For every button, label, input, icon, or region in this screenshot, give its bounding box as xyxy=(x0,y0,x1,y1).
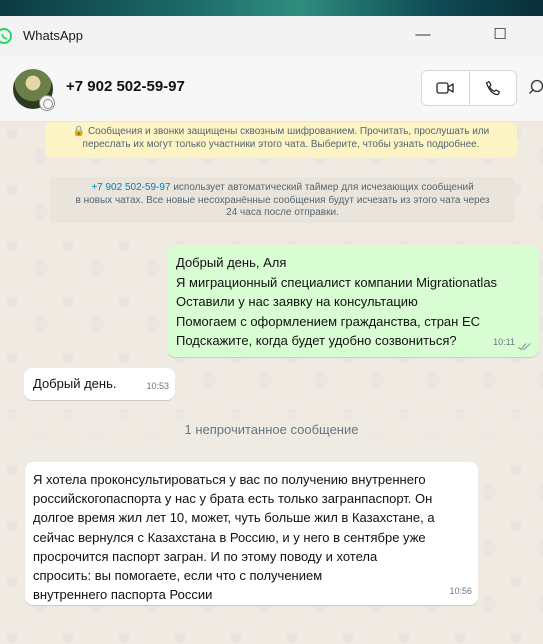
whatsapp-logo-icon xyxy=(0,28,12,44)
encryption-notice-line: переслать их могут только участники этог… xyxy=(82,139,480,150)
incoming-message-bubble[interactable]: Добрый день. 10:53 xyxy=(24,368,175,400)
message-line: российскогопаспорта у нас у брата есть т… xyxy=(33,491,433,507)
message-time: 10:11 xyxy=(493,336,515,347)
message-line: внутреннего паспорта России xyxy=(33,587,213,603)
message-line: долгое время жил лет 10, может, чуть бол… xyxy=(33,510,435,526)
status-ring-icon[interactable] xyxy=(39,95,55,111)
contact-name[interactable]: +7 902 502-59-97 xyxy=(66,78,185,95)
phone-icon xyxy=(485,80,500,96)
message-line: Подскажите, когда будет удобно созвонить… xyxy=(176,333,457,348)
double-check-icon xyxy=(518,343,531,351)
video-call-button[interactable] xyxy=(422,71,469,105)
message-line: Я хотела проконсультироваться у вас по п… xyxy=(33,472,426,487)
message-text: Добрый день. xyxy=(33,376,117,391)
voice-call-button[interactable] xyxy=(468,71,517,105)
contact-phone-link[interactable]: +7 902 502-59-97 xyxy=(91,182,170,193)
timer-notice-text: использует автоматический таймер для исч… xyxy=(170,182,474,193)
message-line: сейчас вернулся с Казахстана в Россию, и… xyxy=(33,529,426,545)
timer-notice-line: 24 часа после отправки. xyxy=(226,207,339,218)
message-line: Добрый день, Аля xyxy=(176,255,287,270)
chat-header[interactable]: +7 902 502-59-97 xyxy=(0,56,543,122)
window-titlebar: WhatsApp — ☐ xyxy=(0,16,543,56)
encryption-notice-line: 🔒 Сообщения и звонки защищены сквозным ш… xyxy=(72,126,490,137)
message-line: Помогаем с оформлением гражданства, стра… xyxy=(176,313,481,329)
incoming-message-bubble[interactable]: Я хотела проконсультироваться у вас по п… xyxy=(25,462,478,605)
outgoing-message-bubble[interactable]: Добрый день, Аля Я миграционный специали… xyxy=(167,245,539,357)
video-call-icon xyxy=(436,82,454,94)
minimize-icon[interactable]: — xyxy=(412,24,434,46)
search-icon[interactable] xyxy=(528,78,543,98)
unread-divider-label: 1 непрочитанное сообщение xyxy=(184,421,359,437)
window-title: WhatsApp xyxy=(23,28,83,43)
message-line: Оставили у нас заявку на консультацию xyxy=(176,294,418,309)
unread-messages-divider: 1 непрочитанное сообщение xyxy=(0,412,543,446)
message-time: 10:56 xyxy=(449,585,472,596)
message-line: спросить: вы помогаете, если что с получ… xyxy=(33,568,323,584)
message-list[interactable]: 🔒 Сообщения и звонки защищены сквозным ш… xyxy=(0,122,543,644)
disappearing-messages-notice: +7 902 502-59-97 использует автоматическ… xyxy=(50,177,515,223)
encryption-notice[interactable]: 🔒 Сообщения и звонки защищены сквозным ш… xyxy=(45,122,517,158)
message-line: Я миграционный специалист компании Migra… xyxy=(176,274,498,290)
maximize-icon[interactable]: ☐ xyxy=(489,24,511,46)
call-button-group xyxy=(421,70,517,106)
desktop-wallpaper-strip xyxy=(0,0,543,16)
message-time: 10:53 xyxy=(146,380,169,391)
timer-notice-line: в новых чатах. Все новые несохранённые с… xyxy=(75,194,490,206)
message-line: просрочится паспорт загран. И по этому п… xyxy=(33,548,378,564)
